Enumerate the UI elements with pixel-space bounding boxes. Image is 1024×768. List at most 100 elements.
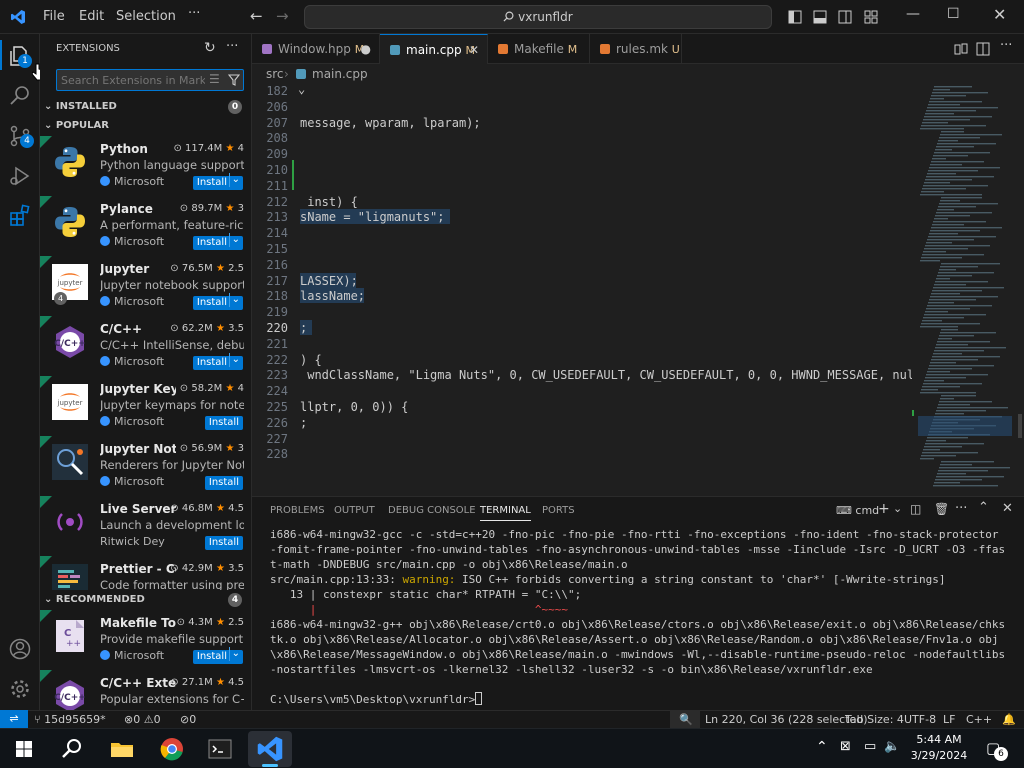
close-tab-icon[interactable]: ✕ — [469, 35, 479, 65]
activity-bar: 1 4 — [0, 34, 46, 710]
unsaved-dot-icon[interactable]: ● — [361, 34, 371, 64]
extension-item[interactable]: jupyterJupyter Key...⊙ 58.2M ★ 4Jupyter … — [40, 376, 251, 436]
tab-rules-mk[interactable]: rules.mk U — [590, 34, 682, 64]
tab-output[interactable]: OUTPUT — [334, 505, 375, 516]
fold-chevron-icon[interactable]: ⌄ — [298, 84, 305, 96]
git-branch[interactable]: ⑂ 15d95659* — [34, 711, 106, 728]
install-button[interactable]: Install — [192, 233, 243, 250]
accounts-icon[interactable] — [8, 637, 32, 661]
tab-window-hpp[interactable]: Window.hpp M ● — [252, 34, 380, 64]
extension-item[interactable]: C++ Makefile Tools⊙ 4.3M ★ 2.5 Provide mak… — [40, 610, 251, 670]
command-center-search[interactable]: vxrunfldr — [304, 5, 772, 29]
new-terminal-icon[interactable]: + — [878, 501, 890, 517]
extension-item[interactable]: C/C++ C/C++ Exte...⊙ 27.1M ★ 4.5 Popular e… — [40, 670, 251, 710]
extension-item[interactable]: Jupyter Note...⊙ 56.9M ★ 3Renderers for … — [40, 436, 251, 496]
notifications-bell-icon[interactable]: 🔔 — [1002, 711, 1016, 728]
install-button[interactable]: Install — [192, 173, 243, 190]
problems-indicator[interactable]: ⊗0 ⚠0 — [124, 711, 161, 728]
tab-terminal[interactable]: TERMINAL — [480, 505, 531, 521]
clock-time[interactable]: 5:44 AM — [914, 733, 964, 746]
network-status-icon[interactable]: ⊠ — [840, 739, 851, 754]
editor-more-actions-icon[interactable]: ··· — [1000, 38, 1012, 53]
vscode-taskbar-active[interactable] — [248, 731, 292, 767]
code-editor[interactable]: ⌄ 182 206 207 message, wparam, lparam); 208 2… — [252, 84, 912, 496]
tab-ports[interactable]: PORTS — [542, 505, 575, 516]
svg-text:C/C++: C/C++ — [54, 693, 86, 703]
zoom-indicator[interactable]: 🔍 — [670, 711, 700, 728]
split-terminal-icon[interactable]: ◫ — [910, 502, 921, 516]
chrome-icon[interactable] — [158, 735, 186, 763]
forward-arrow-icon[interactable]: → — [276, 7, 289, 25]
chevron-down-icon[interactable]: ⌄ — [893, 502, 902, 515]
minimap[interactable] — [912, 84, 1024, 496]
extension-item[interactable]: Python ⊙ 117.4M ★ 4 Python language suppor… — [40, 136, 251, 196]
active-app-indicator — [262, 764, 278, 767]
install-button[interactable]: Install — [192, 353, 243, 370]
tab-makefile[interactable]: Makefile M — [488, 34, 590, 64]
tab-size[interactable]: Tab Size: 4 — [845, 711, 904, 728]
ports-indicator[interactable]: ⊘0 — [180, 711, 196, 728]
search-icon[interactable] — [8, 84, 32, 108]
split-editor-icon[interactable] — [976, 42, 990, 56]
end-of-line[interactable]: LF — [943, 711, 955, 728]
file-encoding[interactable]: UTF-8 — [904, 711, 936, 728]
extension-item[interactable]: jupyter 4 Jupyter ⊙ 76.5M ★ 2.5 Jupyter note… — [40, 256, 251, 316]
trash-icon[interactable]: 🗑 — [934, 502, 949, 516]
search-icon[interactable] — [58, 735, 86, 763]
terminal-output[interactable]: i686-w64-mingw32-gcc -c -std=c++20 -fno-… — [270, 527, 1010, 707]
clock-date[interactable]: 3/29/2024 — [907, 749, 971, 762]
maximize-panel-icon[interactable]: ⌃ — [978, 500, 989, 515]
menu-file[interactable]: File — [43, 9, 65, 24]
refresh-icon[interactable]: ↻ — [204, 40, 216, 56]
recommended-section-header[interactable]: ⌄ RECOMMENDED 4 — [40, 590, 251, 610]
remote-indicator[interactable]: ⇌ — [0, 710, 28, 728]
panel-more-icon[interactable]: ··· — [955, 501, 967, 516]
extension-item[interactable]: Pylance ⊙ 89.7M ★ 3 A performant, feature-… — [40, 196, 251, 256]
toggle-secondary-sidebar-icon[interactable] — [838, 10, 852, 24]
extension-publisher-label: Microsoft — [114, 295, 165, 308]
install-button[interactable]: Install — [204, 536, 243, 550]
tab-problems[interactable]: PROBLEMS — [270, 505, 325, 516]
gear-icon[interactable] — [8, 677, 32, 701]
tab-debug-console[interactable]: DEBUG CONSOLE — [388, 505, 476, 516]
toggle-panel-icon[interactable] — [813, 10, 827, 24]
breadcrumb-file[interactable]: main.cpp — [312, 64, 368, 84]
back-arrow-icon[interactable]: ← — [250, 7, 263, 25]
chevron-up-icon[interactable]: ⌃ — [816, 739, 828, 755]
toggle-sidebar-icon[interactable] — [788, 10, 802, 24]
close-panel-icon[interactable]: ✕ — [1002, 501, 1013, 516]
popular-section-header[interactable]: ⌄ POPULAR — [40, 116, 251, 136]
language-mode[interactable]: C++ — [966, 711, 992, 728]
svg-text:jupyter: jupyter — [57, 399, 83, 407]
windows-start-icon[interactable] — [10, 735, 38, 763]
install-button[interactable]: Install — [204, 416, 243, 430]
clear-filter-icon[interactable]: ☰ — [209, 72, 220, 86]
file-explorer-icon[interactable] — [108, 735, 136, 763]
install-button[interactable]: Install — [204, 476, 243, 490]
run-debug-icon[interactable] — [8, 164, 32, 188]
extension-item[interactable]: Live Server ⊙ 46.8M ★ 4.5 Launch a develop… — [40, 496, 251, 556]
cursor-position[interactable]: Ln 220, Col 36 (228 selected) — [705, 711, 868, 728]
install-button[interactable]: Install — [192, 293, 243, 310]
maximize-button[interactable]: ☐ — [947, 6, 960, 22]
customize-layout-icon[interactable] — [864, 10, 878, 24]
terminal-app-icon[interactable] — [206, 735, 234, 763]
volume-mute-icon[interactable]: 🔈 — [884, 739, 900, 754]
menu-more-button[interactable]: ··· — [188, 6, 200, 21]
filter-icon[interactable] — [228, 74, 240, 86]
minimize-button[interactable]: — — [906, 6, 920, 22]
compare-changes-icon[interactable] — [954, 42, 968, 56]
extension-search-input[interactable] — [61, 72, 205, 88]
close-window-button[interactable]: ✕ — [993, 5, 1006, 24]
extensions-icon[interactable] — [8, 204, 32, 228]
install-button[interactable]: Install — [192, 647, 243, 664]
extension-item[interactable]: C/C++ C/C++ ⊙ 62.2M ★ 3.5 C/C++ IntelliSens… — [40, 316, 251, 376]
installed-section-header[interactable]: ⌄ INSTALLED 0 — [40, 97, 251, 117]
menu-edit[interactable]: Edit — [79, 9, 104, 24]
breadcrumb-folder[interactable]: src — [266, 64, 284, 84]
menu-selection[interactable]: Selection — [116, 9, 176, 24]
terminal-shell-selector[interactable]: ⌨ cmd — [836, 504, 879, 517]
display-icon[interactable]: ▭ — [864, 739, 876, 754]
more-actions-icon[interactable]: ··· — [226, 39, 238, 54]
tab-main-cpp[interactable]: main.cpp M ✕ — [380, 34, 488, 64]
